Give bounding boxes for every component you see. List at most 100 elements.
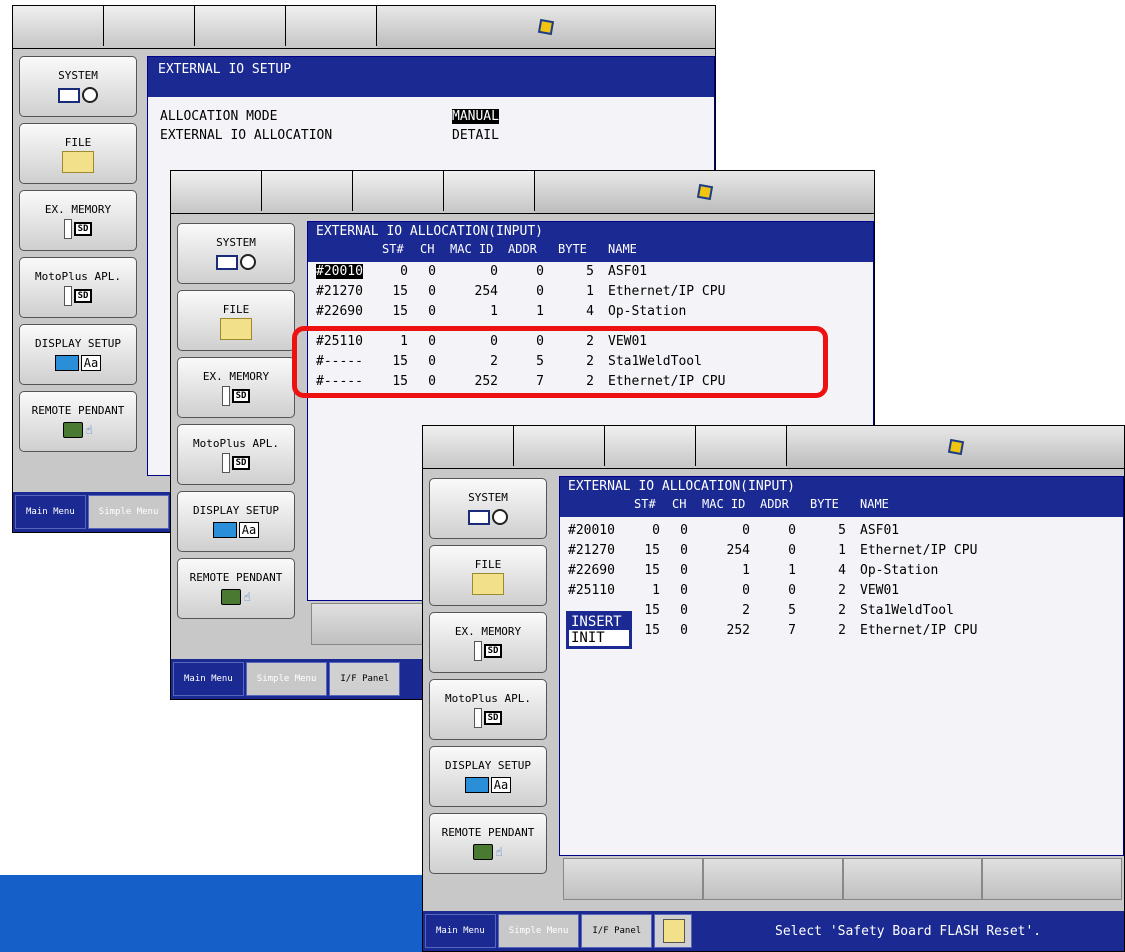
system-icon [468,508,508,526]
robot-icon [696,183,713,201]
toolbar-button[interactable] [514,426,605,466]
menu-file-button[interactable]: FILE [429,545,547,606]
tab-main-menu[interactable]: Main Menu [15,495,86,529]
tab-main-menu[interactable]: Main Menu [425,914,496,948]
table-row[interactable]: #21270 15 0 254 0 1 Ethernet/IP CPU [308,284,873,303]
pendant-icon: ☝ [221,588,251,606]
display-icon: Aa [464,776,512,794]
toolbar-button[interactable] [195,6,286,46]
toolbar-button[interactable] [104,6,195,46]
toolbar-button[interactable] [444,171,535,211]
tab-main-menu[interactable]: Main Menu [173,662,244,696]
sd-card-icon: SD [221,386,251,406]
function-keys [563,858,1122,900]
tab-if-panel[interactable]: I/F Panel [329,662,401,696]
toolbar-button[interactable] [423,426,514,466]
robot-status-area [787,426,1124,468]
setting-row: ALLOCATION MODE MANUAL [148,109,714,128]
setting-label: EXTERNAL IO ALLOCATION [160,128,333,143]
column-header-addr: ADDR [508,242,537,256]
column-header-mac-id: MAC ID [450,242,494,256]
context-popup-menu: INSERT INIT [566,611,632,649]
system-icon [216,253,256,271]
menu-remote-pendant-button[interactable]: REMOTE PENDANT ☝ [177,558,295,619]
robot-status-area [535,171,874,213]
toolbar-button[interactable] [605,426,696,466]
toolbar-button[interactable] [13,6,104,46]
setting-value[interactable]: MANUAL [452,109,499,124]
column-header-st: ST# [634,497,656,511]
table-row[interactable]: #20010 0 0 0 0 5 ASF01 [308,264,873,283]
folder-icon [472,573,504,595]
function-key[interactable] [702,858,843,900]
display-icon: Aa [54,354,102,372]
table-row[interactable]: #22690 15 0 1 1 4 Op-Station [560,563,1123,582]
toolbar-button[interactable] [696,426,787,466]
display-icon: Aa [212,521,260,539]
menu-system-button[interactable]: SYSTEM [177,223,295,284]
function-key[interactable] [982,858,1122,900]
toolbar-button[interactable] [286,6,377,46]
toolbar-button[interactable] [353,171,444,211]
tab-simple-menu[interactable]: Simple Menu [87,495,170,529]
menu-file-button[interactable]: FILE [19,123,137,184]
clipboard-icon[interactable] [654,914,693,948]
function-key[interactable] [563,858,703,900]
menu-display-setup-button[interactable]: DISPLAY SETUP Aa [177,491,295,552]
function-key[interactable] [842,858,983,900]
robot-icon [947,438,964,456]
column-header-ch: CH [672,497,687,511]
setting-label: ALLOCATION MODE [160,109,278,124]
top-toolbar [423,426,1124,469]
table-row[interactable]: 15 0 252 7 2 Ethernet/IP CPU [560,623,1123,642]
menu-remote-pendant-button[interactable]: REMOTE PENDANT ☝ [19,391,137,452]
table-header-bar: EXTERNAL IO ALLOCATION(INPUT) ST# CH MAC… [560,477,1123,517]
setting-value[interactable]: DETAIL [452,128,499,143]
main-menu: SYSTEM FILE EX. MEMORY SD MotoPlus APL. SD… [423,470,557,951]
folder-icon [220,318,252,340]
tab-if-panel[interactable]: I/F Panel [581,914,653,948]
menu-display-setup-button[interactable]: DISPLAY SETUP Aa [19,324,137,385]
tab-simple-menu[interactable]: Simple Menu [497,914,580,948]
pendant-icon: ☝ [473,843,503,861]
status-message: Select 'Safety Board FLASH Reset'. [775,923,1042,939]
table-row[interactable]: #25110 1 0 0 0 2 VEW01 [560,583,1123,602]
page-title: EXTERNAL IO ALLOCATION(INPUT) [316,224,543,239]
menu-ex-memory-button[interactable]: EX. MEMORY SD [19,190,137,251]
tab-simple-menu[interactable]: Simple Menu [245,662,328,696]
top-toolbar [171,171,874,214]
sd-card-icon: SD [473,641,503,661]
sd-card-icon: SD [63,219,93,239]
robot-icon [537,18,555,36]
table-row[interactable]: #22690 15 0 1 1 4 Op-Station [308,304,873,323]
table-row[interactable]: 15 0 2 5 2 Sta1WeldTool [560,603,1123,622]
menu-system-button[interactable]: SYSTEM [429,478,547,539]
menu-motoplus-button[interactable]: MotoPlus APL. SD [429,679,547,740]
main-menu: SYSTEM FILE EX. MEMORY SD MotoPlus APL. SD… [171,215,305,699]
folder-icon [62,151,94,173]
menu-ex-memory-button[interactable]: EX. MEMORY SD [177,357,295,418]
menu-display-setup-button[interactable]: DISPLAY SETUP Aa [429,746,547,807]
page-title: EXTERNAL IO SETUP [148,57,714,97]
column-header-addr: ADDR [760,497,789,511]
sd-card-icon: SD [473,708,503,728]
window-io-allocation-after: SYSTEM FILE EX. MEMORY SD MotoPlus APL. SD… [422,425,1125,952]
highlight-rectangle [292,326,828,398]
menu-motoplus-button[interactable]: MotoPlus APL. SD [19,257,137,318]
toolbar-button[interactable] [171,171,262,211]
toolbar-button[interactable] [262,171,353,211]
menu-file-button[interactable]: FILE [177,290,295,351]
table-row[interactable]: #21270 15 0 254 0 1 Ethernet/IP CPU [560,543,1123,562]
menu-motoplus-button[interactable]: MotoPlus APL. SD [177,424,295,485]
bottom-bar: Main Menu Simple Menu I/F Panel Select '… [423,911,1124,951]
menu-system-button[interactable]: SYSTEM [19,56,137,117]
column-header-ch: CH [420,242,435,256]
popup-item-init[interactable]: INIT [569,630,629,646]
menu-remote-pendant-button[interactable]: REMOTE PENDANT ☝ [429,813,547,874]
popup-item-insert[interactable]: INSERT [569,614,629,630]
background-blue-band [0,875,440,952]
table-row[interactable]: #20010 0 0 0 0 5 ASF01 [560,523,1123,542]
column-header-st: ST# [382,242,404,256]
column-header-byte: BYTE [810,497,839,511]
menu-ex-memory-button[interactable]: EX. MEMORY SD [429,612,547,673]
